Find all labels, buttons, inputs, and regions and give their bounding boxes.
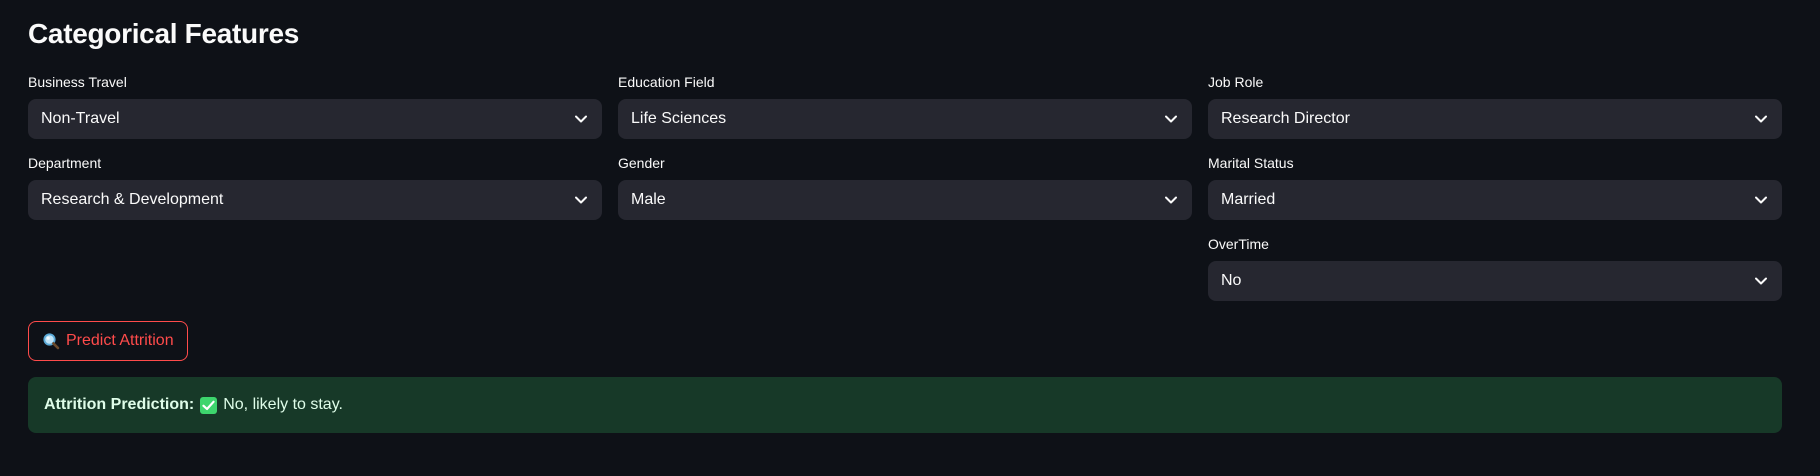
gender-value: Male — [631, 191, 666, 208]
marital-status-value: Married — [1221, 191, 1276, 208]
business-travel-field: Business Travel Non-Travel — [28, 74, 602, 139]
check-mark-icon — [200, 396, 218, 414]
chevron-down-icon — [574, 112, 588, 126]
prediction-result-alert: Attrition Prediction: No, likely to stay… — [28, 377, 1782, 433]
chevron-down-icon — [1754, 112, 1768, 126]
job-role-select[interactable]: Research Director — [1208, 99, 1782, 139]
department-field: Department Research & Development — [28, 155, 602, 220]
prediction-result-label: Attrition Prediction: — [44, 396, 195, 413]
prediction-result-text: No, likely to stay. — [223, 396, 343, 413]
business-travel-label: Business Travel — [28, 74, 127, 90]
job-role-label: Job Role — [1208, 74, 1264, 90]
categorical-features-section: Categorical Features Business Travel Non… — [0, 0, 1820, 476]
department-value: Research & Development — [41, 191, 224, 208]
education-field-value: Life Sciences — [631, 110, 727, 127]
overtime-value: No — [1221, 272, 1242, 289]
education-field-field: Education Field Life Sciences — [618, 74, 1192, 139]
marital-status-select[interactable]: Married — [1208, 180, 1782, 220]
overtime-select[interactable]: No — [1208, 261, 1782, 301]
education-field-label: Education Field — [618, 74, 715, 90]
marital-status-label: Marital Status — [1208, 155, 1294, 171]
chevron-down-icon — [1164, 193, 1178, 207]
gender-field: Gender Male — [618, 155, 1192, 220]
predict-attrition-button[interactable]: Predict Attrition — [28, 321, 188, 361]
job-role-value: Research Director — [1221, 110, 1350, 127]
education-field-select[interactable]: Life Sciences — [618, 99, 1192, 139]
magnifying-glass-icon — [42, 332, 60, 350]
job-role-field: Job Role Research Director — [1208, 74, 1782, 139]
feature-select-grid: Business Travel Non-Travel Education Fie… — [28, 74, 1782, 301]
gender-label: Gender — [618, 155, 665, 171]
overtime-field: OverTime No — [1208, 236, 1782, 301]
chevron-down-icon — [1164, 112, 1178, 126]
overtime-label: OverTime — [1208, 236, 1269, 252]
section-title: Categorical Features — [28, 18, 299, 49]
business-travel-select[interactable]: Non-Travel — [28, 99, 602, 139]
business-travel-value: Non-Travel — [41, 110, 120, 127]
chevron-down-icon — [574, 193, 588, 207]
gender-select[interactable]: Male — [618, 180, 1192, 220]
marital-status-field: Marital Status Married — [1208, 155, 1782, 220]
department-select[interactable]: Research & Development — [28, 180, 602, 220]
chevron-down-icon — [1754, 193, 1768, 207]
department-label: Department — [28, 155, 102, 171]
chevron-down-icon — [1754, 274, 1768, 288]
predict-attrition-label: Predict Attrition — [66, 332, 174, 349]
